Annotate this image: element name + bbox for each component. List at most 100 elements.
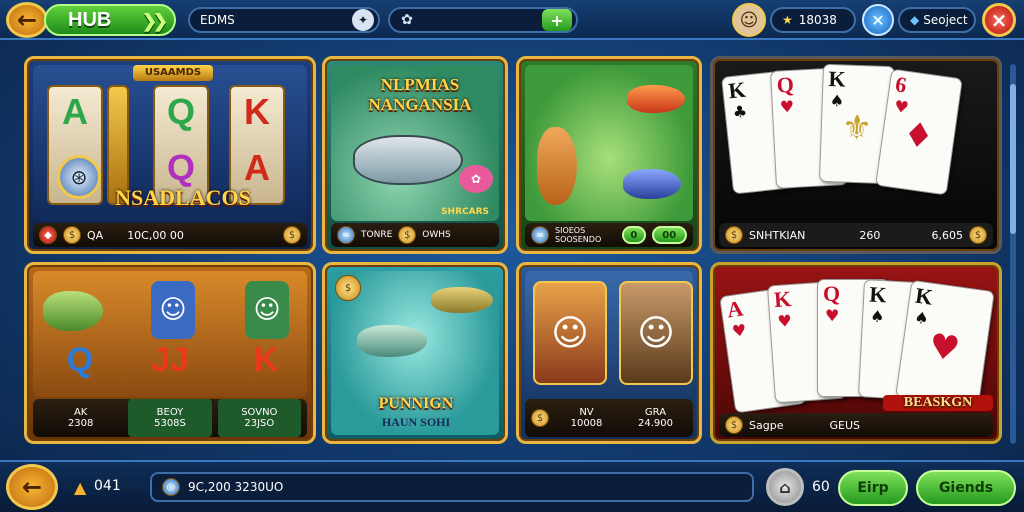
coin-icon: $ [531, 409, 549, 427]
coin-icon: $ [63, 226, 81, 244]
stat-bottom: 23JSO [244, 418, 275, 429]
heart-icon: ♥ [779, 96, 795, 117]
slots-banner: USAAMDS [133, 65, 213, 81]
blackjack-footer-right: GEUS [829, 418, 860, 432]
reel-symbol: A [62, 91, 88, 132]
avatar[interactable]: ☺ [732, 3, 766, 37]
koi-footer-left: SIOEOS SOOSENDO [555, 226, 602, 244]
stat-bottom: 2308 [67, 418, 94, 429]
shuffle-icon[interactable]: ✕ [862, 4, 894, 36]
game-tile-heroes[interactable]: ☺ ☺ $ NV 10008 GRA 24.900 [516, 262, 702, 444]
fish-icon [431, 287, 493, 313]
arrow-left-icon: ← [16, 6, 38, 34]
slots-art: USAAMDS A QQ KA ⊛ NSADLACOS [33, 65, 307, 221]
search-field[interactable]: EDMS ✦ [188, 7, 380, 33]
secondary-field[interactable]: ✿ + [388, 7, 578, 33]
friends-button[interactable]: Giends [916, 470, 1016, 506]
gold-value: 041 [94, 478, 121, 494]
fish-icon [43, 291, 103, 331]
message-field[interactable]: ◎ 9C,200 3230UO [150, 472, 754, 502]
coin-icon: $ [283, 226, 301, 244]
currency-display: ◆ Seoject [898, 7, 976, 33]
blackjack-footer-left: Sagpe [749, 418, 784, 432]
playing-card: K ♠ ♥ [895, 279, 995, 409]
reel-symbol: Q [166, 91, 195, 132]
cards-footer-right: 6,605 [931, 228, 964, 242]
characters-art: Q ☺ JJ ☺ K [33, 271, 307, 397]
primary-action-button[interactable]: Eirp [838, 470, 908, 506]
card-rank: K [828, 65, 847, 92]
card-rank: 6 [893, 71, 909, 98]
game-tile-cards[interactable]: K ♣ Q ♥ K ♠ ⚜ 6 ♥ ♦ $ SNHTKIAN 260 6,605 $ [710, 56, 1002, 254]
reel-symbol: Q [166, 147, 195, 188]
hub-label: HUB [68, 8, 112, 31]
scrollbar[interactable] [1010, 64, 1016, 444]
bottom-back-button[interactable]: ← [6, 464, 58, 510]
koi-mini-button[interactable]: 0 [622, 226, 646, 244]
game-tile-slots[interactable]: USAAMDS A QQ KA ⊛ NSADLACOS ◆ $ QA 10C,0… [24, 56, 316, 254]
top-bar: ← HUB ❯❯ EDMS ✦ ✿ + ☺ ★ 18038 ✕ ◆ Seojec… [0, 0, 1024, 40]
warrior-icon: ☺ [533, 281, 607, 385]
stat-col: SOVNO 23JSO [217, 399, 301, 437]
heart-icon: ♥ [730, 320, 748, 342]
koi-fish-icon [537, 127, 577, 205]
stat-col: AK 2308 [39, 399, 122, 437]
card-rank: K [868, 281, 888, 308]
close-button[interactable]: × [982, 3, 1016, 37]
water-subtitle: HAUN SOHI [381, 415, 451, 429]
koi-play-button[interactable]: 00 [651, 226, 687, 244]
cards-footer: $ SNHTKIAN 260 6,605 $ [719, 223, 993, 247]
slots-footer-right: 10C,00 00 [127, 228, 184, 242]
koi-art [525, 65, 693, 221]
magnifier-icon[interactable]: ✦ [352, 9, 374, 31]
diamond-icon: ◆ [39, 226, 57, 244]
lock-icon[interactable]: ⌂ [766, 468, 804, 506]
fishing-tag: SHRCARS [441, 207, 489, 217]
balance-display: ★ 18038 [770, 7, 856, 33]
coin-icon: $ [969, 226, 987, 244]
water-art: $ PUNNIGN HAUN SOHI [331, 271, 499, 435]
stat-top: BEOY [156, 407, 184, 418]
cowboy-icon: ☺ [151, 281, 195, 339]
card-rank: K [773, 286, 792, 313]
card-rank: A [725, 295, 745, 323]
game-tile-koi[interactable]: I ≈ SIOEOS SOOSENDO 0 00 [516, 56, 702, 254]
reel-symbol: K [244, 91, 270, 132]
club-icon: ♣ [731, 101, 749, 122]
scrollbar-thumb[interactable] [1010, 84, 1016, 234]
water-title: PUNNIGN [378, 395, 454, 412]
coin-icon: $ [725, 416, 743, 434]
reel-symbol: K [253, 341, 279, 379]
hub-tab[interactable]: HUB ❯❯ [44, 4, 176, 36]
cards-footer-left: SNHTKIAN [749, 228, 806, 242]
game-tile-fishing[interactable]: I NLPMIAS NANGANSIA ✿ ≈ TONRE $ OWHS SHR… [322, 56, 508, 254]
stat-col: BEOY 5308S [128, 399, 212, 437]
stat-top: SOVNO [241, 407, 278, 418]
game-tile-blackjack[interactable]: A ♥ K ♥ Q ♥ K ♠ K ♠ ♥ BEASKGN $ Sagpe GEUS [710, 262, 1002, 444]
currency-value: Seoject [923, 13, 968, 27]
stat-top: NV [579, 407, 594, 418]
back-button[interactable]: ← [6, 2, 48, 38]
lock-value: 60 [812, 479, 830, 495]
game-tile-water[interactable]: $ PUNNIGN HAUN SOHI [322, 262, 508, 444]
wave-icon: ≈ [531, 226, 549, 244]
blackjack-footer: $ Sagpe GEUS [719, 413, 993, 437]
card-rank: K [727, 76, 747, 104]
star-icon: ★ [782, 13, 793, 27]
stat-top: AK [73, 407, 88, 418]
flower-icon: ✿ [459, 165, 493, 193]
card-rank: K [913, 282, 935, 310]
chat-icon: ◎ [162, 478, 180, 496]
gem-icon: ◆ [910, 13, 920, 27]
card-rank: Q [776, 71, 795, 98]
stat-bottom: 10008 [570, 418, 603, 429]
stat-bottom: 5308S [154, 418, 186, 429]
game-tile-characters[interactable]: I Q ☺ JJ ☺ K AK2308 BEOY5308S SOVNO23JSO [24, 262, 316, 444]
slots-footer-left: QA [87, 228, 104, 242]
chevrons-right-icon: ❯❯ [141, 11, 168, 31]
arrow-left-icon: ← [21, 473, 43, 501]
fishing-art: NLPMIAS NANGANSIA ✿ [331, 65, 499, 221]
add-button[interactable]: + [542, 9, 572, 31]
heart-icon: ♥ [776, 311, 793, 331]
koi-footer: ≈ SIOEOS SOOSENDO 0 00 [525, 223, 693, 247]
